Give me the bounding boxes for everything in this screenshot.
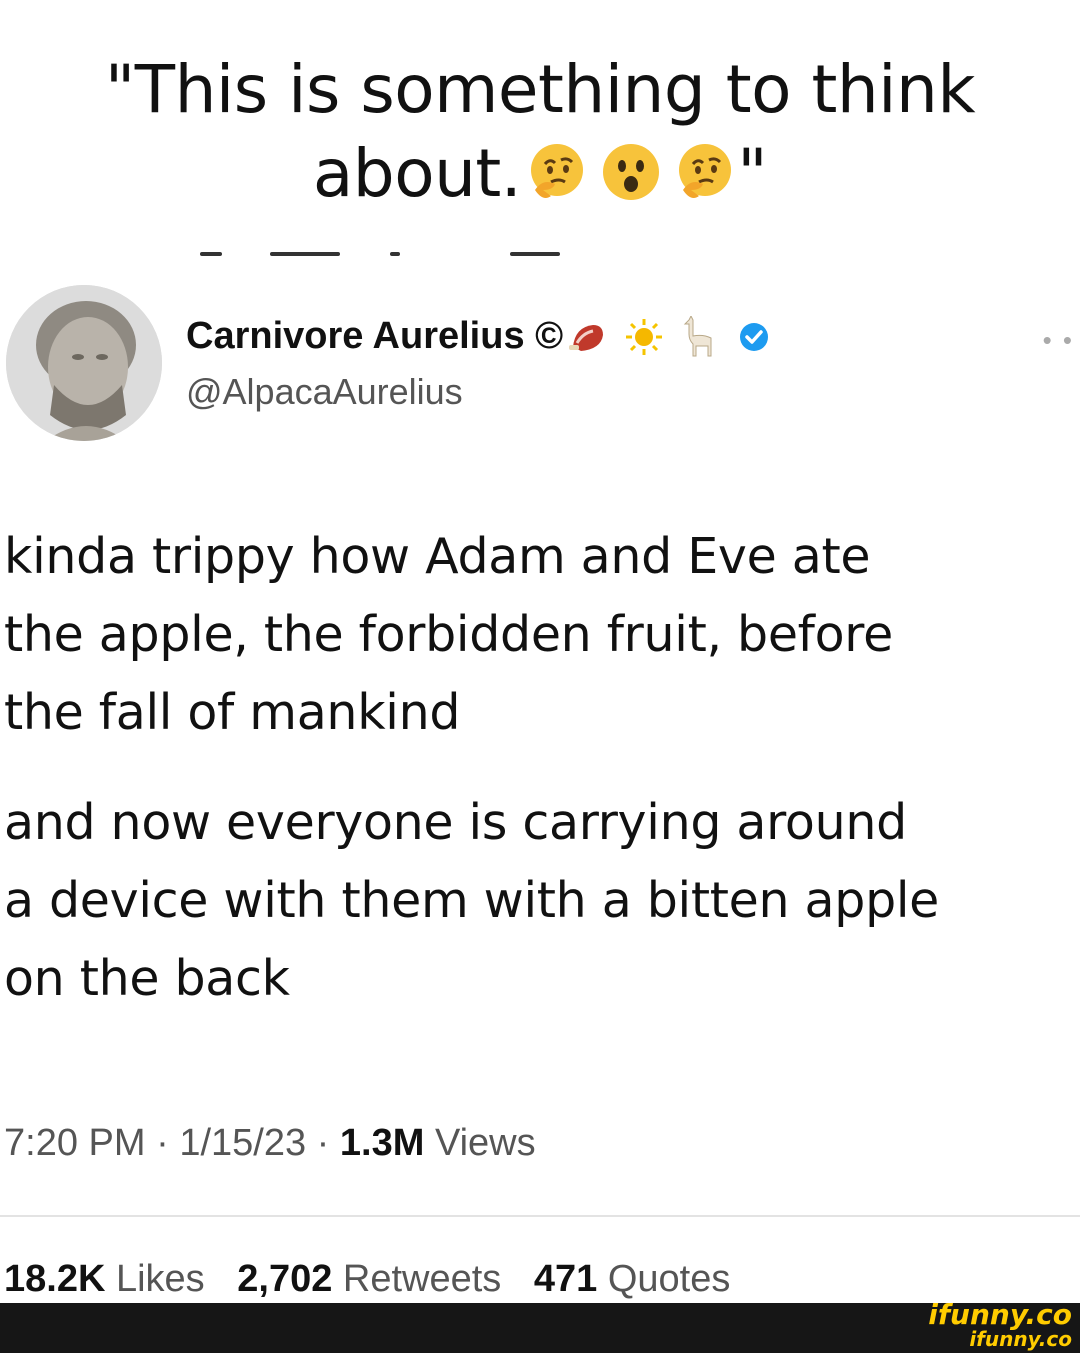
retweets-count: 2,702: [237, 1258, 333, 1300]
tweet-header: Carnivore Aurelius © @AlpacaAurelius • •: [0, 285, 1080, 445]
llama-icon: [683, 315, 712, 356]
tweet-meta: 7:20 PM · 1/15/23 · 1.3M Views: [4, 1122, 536, 1165]
meat-icon: [569, 324, 604, 351]
user-handle[interactable]: @AlpacaAurelius: [186, 371, 463, 413]
caption-emojis: [525, 140, 737, 204]
retweets-label: Retweets: [342, 1258, 502, 1300]
display-name-text: Carnivore Aurelius ©: [186, 315, 564, 357]
likes-label: Likes: [115, 1258, 205, 1300]
likes-count: 18.2K: [4, 1258, 106, 1300]
divider: [0, 1215, 1080, 1217]
tweet-paragraph-2: and now everyone is carrying around a de…: [4, 794, 940, 1007]
more-dots-icon[interactable]: • •: [1043, 325, 1074, 356]
tweet-paragraph-1: kinda trippy how Adam and Eve ate the ap…: [4, 528, 893, 741]
thinking-face-icon: [679, 144, 732, 198]
name-badges: [569, 315, 769, 358]
tweet-time[interactable]: 7:20 PM: [4, 1122, 146, 1164]
sun-icon: [626, 318, 663, 355]
tweet-text: kinda trippy how Adam and Eve ate the ap…: [4, 518, 1080, 1018]
meta-separator: ·: [156, 1122, 169, 1164]
quotes-label: Quotes: [607, 1258, 731, 1300]
watermark-bar: ifunny.co ifunny.co: [0, 1298, 1080, 1353]
display-name[interactable]: Carnivore Aurelius ©: [186, 315, 769, 358]
meme-caption: "This is something to think about. ": [60, 48, 1020, 216]
tweet-date[interactable]: 1/15/23: [179, 1122, 306, 1164]
quotes-stat[interactable]: 471 Quotes: [534, 1258, 731, 1300]
avatar[interactable]: [6, 285, 162, 441]
watermark-primary: ifunny.co: [928, 1298, 1072, 1331]
meta-separator: ·: [316, 1122, 330, 1164]
cropped-text-remnant: [200, 252, 580, 258]
retweets-stat[interactable]: 2,702 Retweets: [237, 1258, 512, 1300]
ifunny-watermark: ifunny.co ifunny.co: [928, 1298, 1072, 1352]
views-count: 1.3M: [339, 1122, 425, 1164]
tweet-stats: 18.2K Likes 2,702 Retweets 471 Quotes: [4, 1258, 752, 1301]
verified-badge-icon: [740, 322, 769, 351]
quotes-count: 471: [533, 1258, 598, 1300]
statue-bust-avatar-image: [6, 285, 162, 441]
hushed-face-icon: [603, 144, 660, 200]
views-label: Views: [434, 1122, 536, 1164]
likes-stat[interactable]: 18.2K Likes: [4, 1258, 215, 1300]
thinking-face-icon: [531, 144, 584, 198]
caption-closing-quote: ": [737, 135, 768, 212]
